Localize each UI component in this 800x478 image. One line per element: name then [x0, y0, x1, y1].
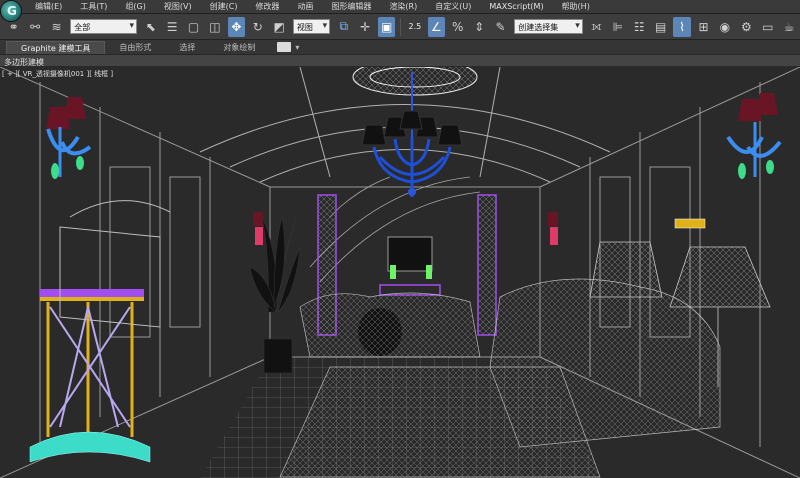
mirror-icon[interactable]: ⟗ — [588, 17, 605, 37]
keyboard-shortcut-override-icon[interactable]: ▣ — [377, 16, 396, 37]
menu-items: 编辑(E) 工具(T) 组(G) 视图(V) 创建(C) 修改器 动画 图形编辑… — [26, 0, 599, 14]
menu-rendering[interactable]: 渲染(R) — [380, 0, 426, 14]
unlink-icon[interactable]: ⚯ — [26, 17, 43, 37]
reference-coordinate-dropdown[interactable]: 视图 — [292, 19, 331, 34]
polygon-modeling-label[interactable]: 多边形建模 — [0, 58, 44, 67]
menu-customize[interactable]: 自定义(U) — [426, 0, 480, 14]
menu-maxscript[interactable]: MAXScript(M) — [480, 0, 552, 14]
menu-group[interactable]: 组(G) — [116, 0, 154, 14]
menu-animation[interactable]: 动画 — [288, 0, 322, 14]
left-wall-sconce — [46, 97, 92, 179]
rendered-frame-window-icon[interactable]: ▭ — [759, 17, 776, 37]
small-sconce-right — [548, 212, 558, 245]
select-by-name-icon[interactable]: ☰ — [163, 17, 180, 37]
select-and-rotate-icon[interactable]: ↻ — [249, 17, 266, 37]
pivot-center-icon[interactable]: ⧉ — [335, 17, 352, 37]
ceiling-chandelier-white — [352, 67, 478, 96]
menu-tools[interactable]: 工具(T) — [71, 0, 116, 14]
menu-views[interactable]: 视图(V) — [155, 0, 201, 14]
snaps-toggle-icon[interactable]: 2.5 — [406, 17, 423, 37]
spinner-snap-icon[interactable]: ⇕ — [470, 17, 487, 37]
ribbon-options-chevron-icon[interactable]: ▾ — [295, 43, 299, 52]
material-editor-icon[interactable]: ◉ — [716, 17, 733, 37]
tab-freeform[interactable]: 自由形式 — [105, 41, 165, 54]
select-and-scale-icon[interactable]: ◩ — [270, 17, 287, 37]
angle-snap-icon[interactable]: ∠ — [427, 16, 445, 37]
percent-snap-icon[interactable]: % — [449, 17, 466, 37]
edit-named-selection-icon[interactable]: ✎ — [492, 17, 509, 37]
curve-editor-icon[interactable]: ⌇ — [673, 16, 691, 37]
app-logo-letter: G — [7, 4, 17, 18]
wireframe-scene — [0, 67, 800, 478]
window-crossing-icon[interactable]: ◫ — [206, 17, 223, 37]
render-setup-icon[interactable]: ⚙ — [738, 17, 755, 37]
angle-snap-value: 2.5 — [408, 22, 422, 31]
tab-object-paint[interactable]: 对象绘制 — [209, 41, 269, 54]
menu-help[interactable]: 帮助(H) — [553, 0, 599, 14]
layer-manager-icon[interactable]: ☷ — [631, 17, 648, 37]
toolbar-separator — [400, 17, 402, 36]
selection-filter-dropdown[interactable]: 全部 — [70, 19, 138, 34]
app-logo-button[interactable]: G — [0, 0, 22, 22]
schematic-view-icon[interactable]: ⊞ — [695, 17, 712, 37]
menu-modifiers[interactable]: 修改器 — [246, 0, 288, 14]
select-and-move-icon[interactable]: ✥ — [227, 16, 246, 37]
main-toolbar: ⚭ ⚯ ≋ 全部 ⬉ ☰ ▢ ◫ ✥ ↻ ◩ 视图 ⧉ ✛ ▣ 2.5 ∠ % … — [0, 14, 800, 40]
ribbon-panel: 多边形建模 — [0, 55, 800, 67]
ribbon-minimize-toggle[interactable] — [277, 42, 292, 52]
perspective-viewport[interactable]: [ + ][ VR_透视摄像机001 ][ 线框 ] — [0, 67, 800, 478]
wireframe-sofa-set — [279, 278, 721, 478]
back-wall-mirror — [387, 236, 433, 279]
menu-create[interactable]: 创建(C) — [201, 0, 247, 14]
left-tv-cabinet — [59, 200, 171, 328]
named-selection-sets-dropdown[interactable]: 创建选择集 — [514, 19, 583, 34]
menu-bar: G 编辑(E) 工具(T) 组(G) 视图(V) 创建(C) 修改器 动画 图形… — [0, 0, 800, 22]
menu-edit[interactable]: 编辑(E) — [26, 0, 71, 14]
select-object-icon[interactable]: ⬉ — [142, 17, 159, 37]
rectangular-selection-icon[interactable]: ▢ — [185, 17, 202, 37]
bind-space-warp-icon[interactable]: ≋ — [48, 17, 65, 37]
align-icon[interactable]: ⊫ — [609, 17, 626, 37]
graphite-toggle-icon[interactable]: ▤ — [652, 17, 669, 37]
select-and-manipulate-icon[interactable]: ✛ — [357, 17, 374, 37]
right-wall-sconce — [726, 93, 782, 179]
left-side-table — [29, 289, 151, 463]
render-production-icon[interactable]: ☕ — [780, 17, 797, 37]
graphite-ribbon: Graphite 建模工具 自由形式 选择 对象绘制 ▾ — [0, 40, 800, 55]
small-sconce-left — [253, 212, 263, 245]
tab-selection[interactable]: 选择 — [165, 41, 209, 54]
menu-graph-editors[interactable]: 图形编辑器 — [322, 0, 380, 14]
viewport-label[interactable]: [ + ][ VR_透视摄像机001 ][ 线框 ] — [2, 69, 113, 79]
tab-graphite-modeling[interactable]: Graphite 建模工具 — [6, 41, 106, 54]
yellow-picture-frame — [674, 218, 706, 229]
